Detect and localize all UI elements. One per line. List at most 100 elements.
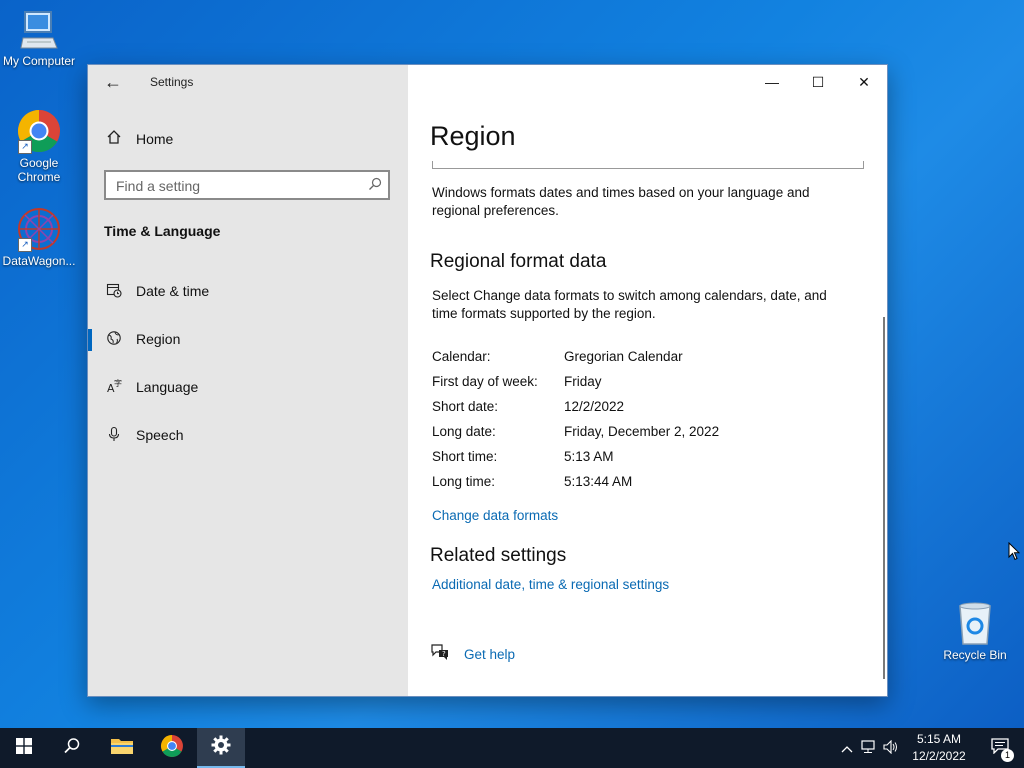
- taskbar: 5:15 AM 12/2/2022 1: [0, 728, 1024, 768]
- close-button[interactable]: ✕: [841, 65, 887, 99]
- format-key: Short date:: [432, 399, 499, 414]
- sidebar-item-label: Speech: [136, 427, 184, 443]
- desktop-icon-datawagon[interactable]: ↗ DataWagon...: [0, 206, 78, 268]
- format-value: 5:13 AM: [564, 449, 614, 464]
- chrome-icon: [160, 734, 184, 763]
- get-help-row[interactable]: ? Get help: [430, 643, 515, 666]
- taskbar-settings[interactable]: [197, 728, 245, 768]
- format-row-long-time: Long time: 5:13:44 AM: [432, 469, 862, 494]
- shortcut-arrow-icon: ↗: [18, 140, 32, 154]
- notification-count-badge: 1: [1001, 749, 1014, 762]
- format-row-short-time: Short time: 5:13 AM: [432, 444, 862, 469]
- search-input[interactable]: [106, 172, 358, 200]
- svg-text:字: 字: [114, 378, 122, 388]
- sidebar: ← Settings Home Time & Language Date & t…: [88, 65, 408, 696]
- close-icon: ✕: [858, 73, 870, 90]
- country-dropdown-clipped[interactable]: [432, 161, 864, 169]
- related-settings-heading: Related settings: [430, 545, 567, 566]
- desktop-icon-label: Google Chrome: [17, 156, 61, 184]
- desktop-icon-my-computer[interactable]: My Computer: [0, 10, 78, 68]
- network-icon[interactable]: [858, 739, 880, 757]
- microphone-icon: [104, 426, 124, 445]
- content-pane: — ☐ ✕ Region Windows formats dates and t…: [408, 65, 887, 696]
- sidebar-item-language[interactable]: A字 Language: [88, 367, 408, 407]
- regional-format-heading: Regional format data: [430, 251, 607, 272]
- desktop-icon-google-chrome[interactable]: ↗ Google Chrome: [0, 108, 78, 184]
- sidebar-item-speech[interactable]: Speech: [88, 415, 408, 455]
- format-value: Gregorian Calendar: [564, 349, 683, 364]
- get-help-link[interactable]: Get help: [464, 647, 515, 662]
- format-value: Friday, December 2, 2022: [564, 424, 720, 439]
- app-title: Settings: [150, 75, 194, 89]
- home-label: Home: [136, 131, 174, 147]
- search-box[interactable]: [104, 170, 390, 200]
- clock-time: 5:15 AM: [916, 732, 962, 746]
- format-row-long-date: Long date: Friday, December 2, 2022: [432, 419, 862, 444]
- sidebar-item-region[interactable]: Region: [88, 319, 408, 359]
- format-value: 5:13:44 AM: [564, 474, 633, 489]
- format-value: 12/2/2022: [564, 399, 625, 414]
- scrollbar[interactable]: [883, 317, 885, 679]
- folder-icon: [110, 736, 134, 761]
- search-icon[interactable]: [368, 177, 382, 191]
- sidebar-item-label: Date & time: [136, 283, 210, 299]
- title-bar[interactable]: ← Settings: [88, 65, 408, 99]
- maximize-button[interactable]: ☐: [795, 65, 841, 99]
- home-icon: [104, 129, 124, 149]
- minimize-icon: —: [765, 74, 779, 90]
- change-data-formats-link[interactable]: Change data formats: [432, 508, 558, 523]
- taskbar-chrome[interactable]: [148, 728, 196, 768]
- system-tray: [838, 728, 902, 768]
- home-button[interactable]: Home: [104, 127, 173, 151]
- language-icon: A字: [104, 378, 124, 397]
- sidebar-item-date-time[interactable]: Date & time: [88, 271, 408, 311]
- shortcut-arrow-icon: ↗: [18, 238, 32, 252]
- mouse-cursor-icon: [1008, 541, 1021, 566]
- region-intro-text: Windows formats dates and times based on…: [432, 185, 810, 218]
- format-key: Long date:: [432, 424, 496, 439]
- search-icon: [63, 737, 81, 760]
- desktop-icon-recycle-bin[interactable]: Recycle Bin: [936, 602, 1014, 662]
- format-key: Long time:: [432, 474, 496, 489]
- taskbar-clock[interactable]: 5:15 AM 12/2/2022: [904, 731, 974, 765]
- format-row-calendar: Calendar: Gregorian Calendar: [432, 344, 862, 369]
- windows-logo-icon: [16, 737, 32, 759]
- format-key: Calendar:: [432, 349, 491, 364]
- regional-format-description: Select Change data formats to switch amo…: [432, 288, 827, 321]
- chrome-icon: ↗: [16, 108, 62, 154]
- action-center-button[interactable]: 1: [980, 728, 1020, 768]
- calendar-clock-icon: [104, 282, 124, 301]
- taskbar-file-explorer[interactable]: [98, 728, 146, 768]
- window-controls: — ☐ ✕: [749, 65, 887, 99]
- gear-icon: [211, 735, 231, 760]
- format-key: First day of week:: [432, 374, 538, 389]
- format-row-first-day: First day of week: Friday: [432, 369, 862, 394]
- clock-date: 12/2/2022: [912, 749, 966, 763]
- maximize-icon: ☐: [811, 73, 825, 90]
- section-title: Time & Language: [104, 223, 221, 239]
- desktop-icon-label: Recycle Bin: [943, 648, 1007, 662]
- format-data-list: Calendar: Gregorian Calendar First day of…: [432, 344, 862, 494]
- volume-icon[interactable]: [880, 739, 902, 757]
- additional-regional-settings-link[interactable]: Additional date, time & regional setting…: [432, 577, 669, 592]
- settings-window: ← Settings Home Time & Language Date & t…: [87, 64, 888, 697]
- taskbar-search-button[interactable]: [48, 728, 96, 768]
- chevron-up-icon[interactable]: [838, 741, 856, 756]
- sidebar-item-label: Language: [136, 379, 199, 395]
- datawagon-icon: ↗: [16, 206, 62, 252]
- desktop-icon-label: DataWagon...: [2, 254, 76, 268]
- globe-icon: [104, 330, 124, 349]
- format-key: Short time:: [432, 449, 498, 464]
- start-button[interactable]: [0, 728, 48, 768]
- format-value: Friday: [564, 374, 602, 389]
- arrow-left-icon: ←: [104, 72, 122, 92]
- desktop-icon-label: My Computer: [2, 54, 76, 68]
- back-button[interactable]: ←: [100, 71, 126, 93]
- recycle-bin-icon: [955, 602, 995, 646]
- sidebar-item-label: Region: [136, 331, 181, 347]
- minimize-button[interactable]: —: [749, 65, 795, 99]
- format-row-short-date: Short date: 12/2/2022: [432, 394, 862, 419]
- page-title: Region: [430, 121, 516, 151]
- svg-text:?: ?: [442, 650, 446, 658]
- computer-icon: [19, 10, 59, 52]
